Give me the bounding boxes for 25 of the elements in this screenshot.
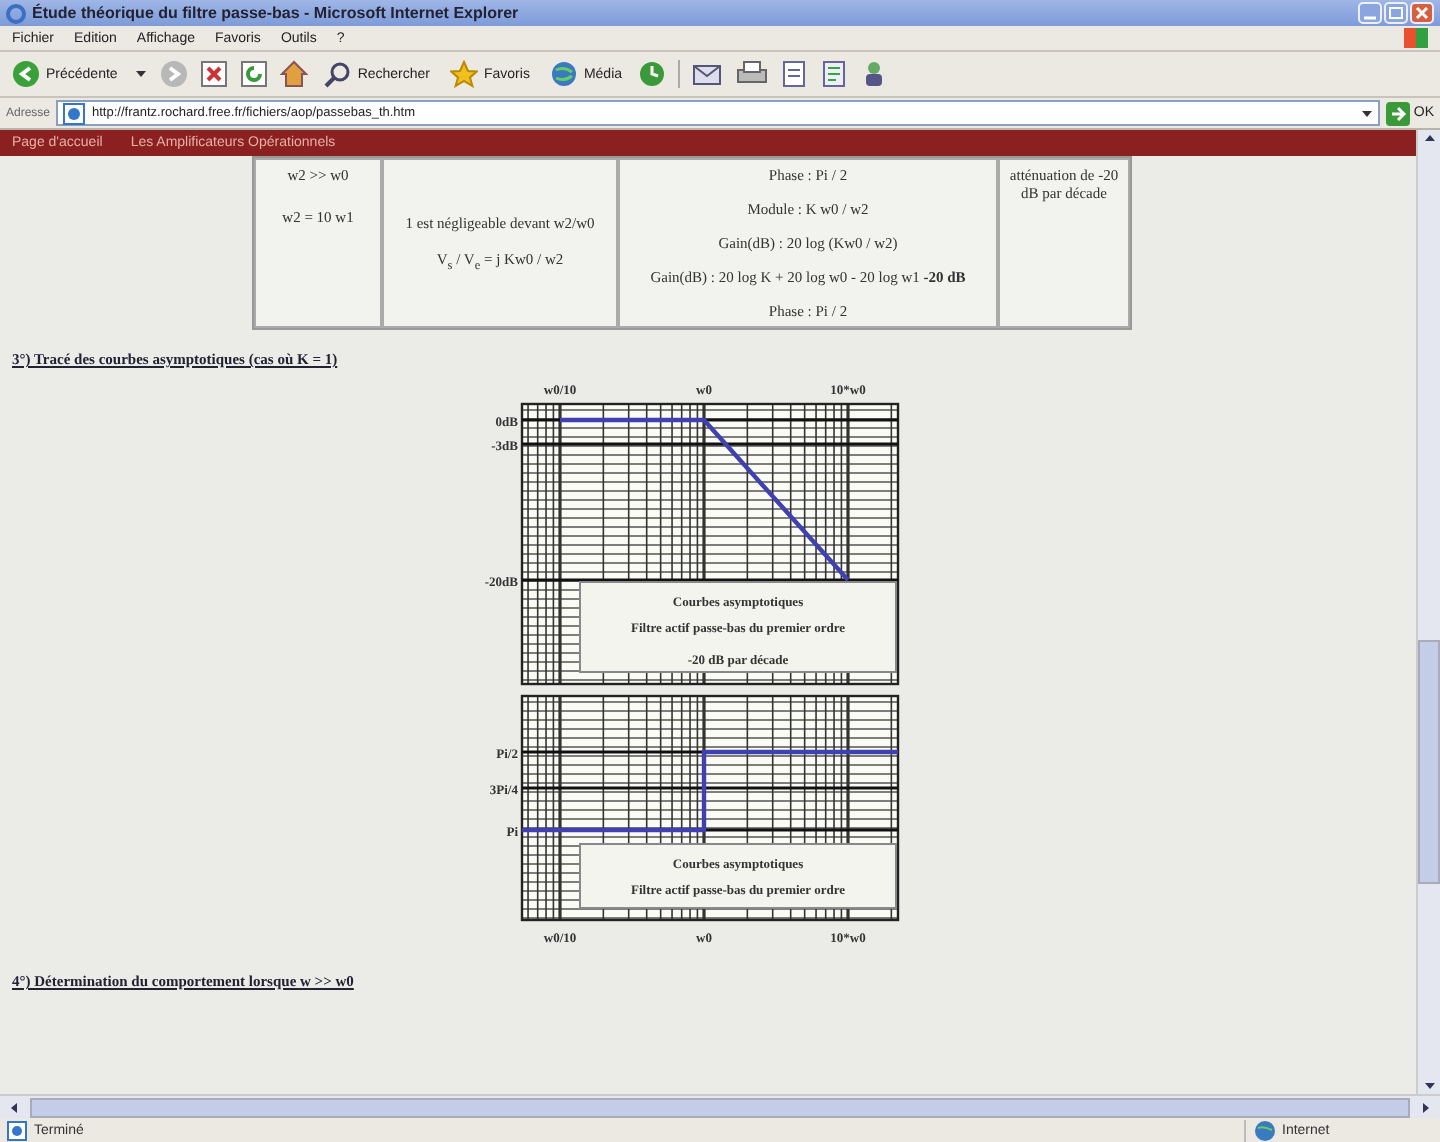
ie-logo-icon[interactable]	[6, 3, 26, 23]
stop-icon[interactable]	[199, 60, 228, 88]
document-edit-icon[interactable]	[780, 60, 809, 88]
scroll-thumb[interactable]	[30, 1097, 1410, 1117]
mail-icon[interactable]	[692, 60, 725, 88]
history-clock-icon[interactable]	[638, 60, 667, 88]
close-icon[interactable]	[1410, 2, 1434, 24]
scroll-thumb[interactable]	[1418, 640, 1440, 884]
vertical-scrollbar[interactable]	[1416, 130, 1440, 1094]
window-title: Étude théorique du filtre passe-bas - Microsoft Internet Explorer	[32, 4, 521, 22]
page-icon[interactable]	[62, 101, 87, 125]
printer-icon[interactable]	[736, 60, 769, 88]
go-arrow-icon[interactable]	[1385, 101, 1410, 125]
maximize-icon[interactable]	[1384, 2, 1408, 24]
globe-icon[interactable]	[1254, 1119, 1276, 1141]
search-icon[interactable]	[323, 60, 352, 88]
star-icon[interactable]	[450, 60, 478, 88]
dropdown-caret-icon[interactable]	[1359, 107, 1374, 119]
page-done-icon[interactable]	[6, 1119, 28, 1141]
minimize-icon[interactable]	[1358, 2, 1382, 24]
globe-icon[interactable]	[549, 60, 578, 88]
horizontal-scrollbar[interactable]	[0, 1094, 1440, 1118]
refresh-icon[interactable]	[239, 60, 268, 88]
dropdown-caret-icon[interactable]	[133, 68, 148, 80]
home-icon[interactable]	[279, 60, 308, 88]
